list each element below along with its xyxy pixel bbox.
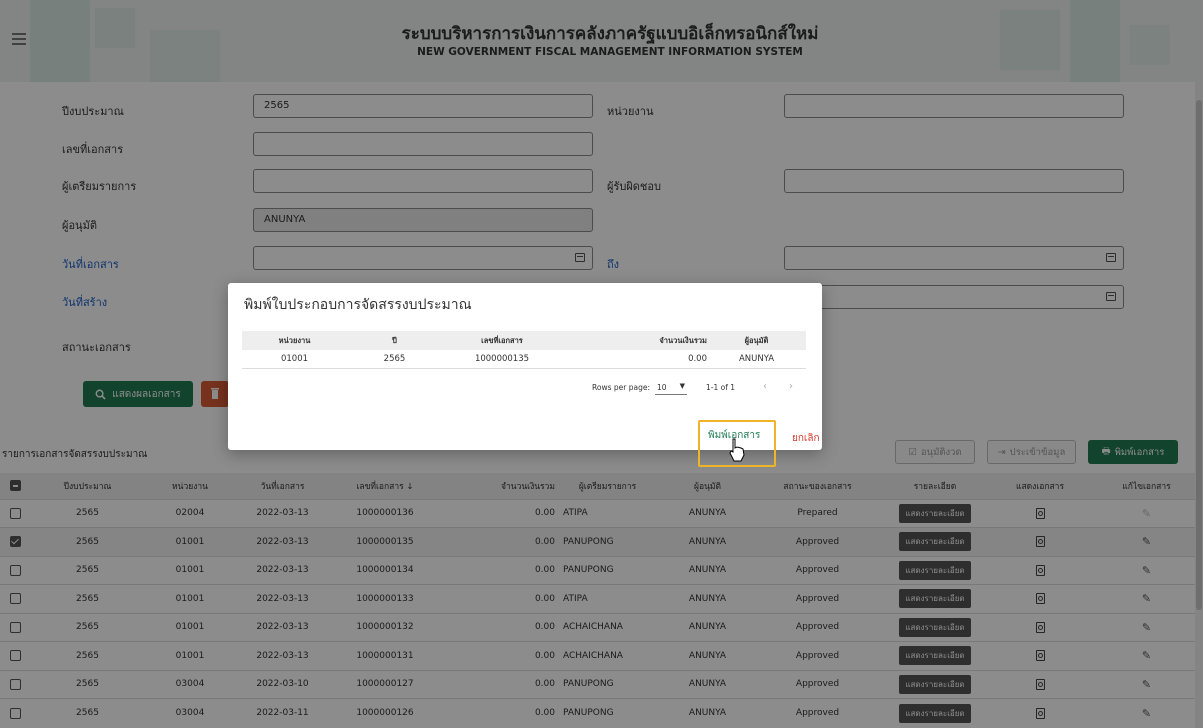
col-header: หน่วยงาน: [242, 331, 347, 350]
dialog-row: 01001 2565 1000000135 0.00 ANUNYA: [242, 350, 806, 369]
caret-down-icon: ▼: [679, 382, 685, 390]
dialog-cancel-button[interactable]: ยกเลิก: [792, 431, 820, 446]
rows-per-page-value: 10: [657, 383, 667, 392]
cell-agency: 01001: [242, 350, 347, 369]
rows-per-page-label: Rows per page:: [592, 383, 650, 392]
cell-approver: ANUNYA: [707, 350, 806, 369]
cell-year: 2565: [347, 350, 442, 369]
dialog-title: พิมพ์ใบประกอบการจัดสรรงบประมาณ: [244, 297, 472, 313]
pagination-range: 1-1 of 1: [706, 383, 736, 392]
next-page-icon[interactable]: ›: [789, 381, 793, 392]
dialog-table: หน่วยงาน ปี เลขที่เอกสาร จำนวนเงินรวม ผู…: [242, 331, 806, 369]
cell-amount: 0.00: [562, 350, 707, 369]
col-header: จำนวนเงินรวม: [562, 331, 707, 350]
prev-page-icon[interactable]: ‹: [763, 381, 767, 392]
dialog-header-row: หน่วยงาน ปี เลขที่เอกสาร จำนวนเงินรวม ผู…: [242, 331, 806, 350]
hand-cursor-icon: [729, 438, 745, 462]
col-header: ปี: [347, 331, 442, 350]
col-header: เลขที่เอกสาร: [442, 331, 562, 350]
rows-per-page-select[interactable]: 10 ▼: [655, 381, 687, 395]
col-header: ผู้อนุมัติ: [707, 331, 806, 350]
cell-doc-no: 1000000135: [442, 350, 562, 369]
